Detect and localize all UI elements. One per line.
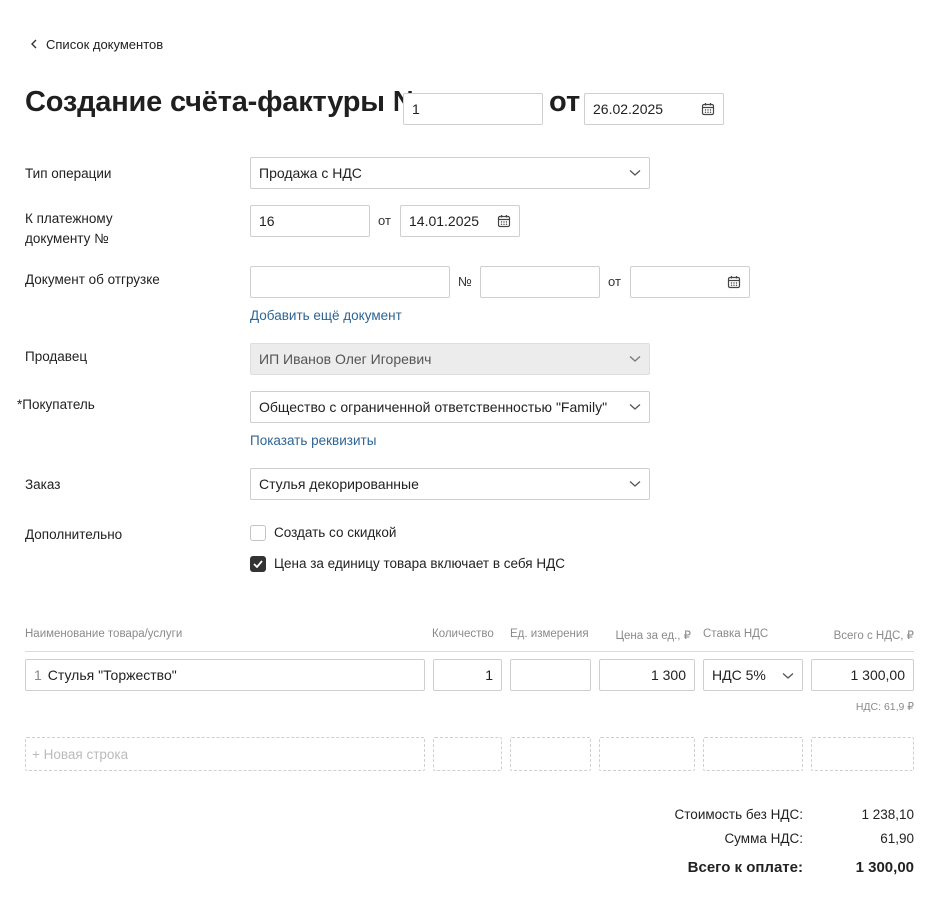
operation-type-select[interactable]: Продажа с НДС <box>250 157 650 189</box>
row-qty-input[interactable]: 1 <box>433 659 502 691</box>
page-title: Создание счёта-фактуры № <box>25 86 425 118</box>
col-header-vat-rate: Ставка НДС <box>703 628 769 640</box>
calendar-icon[interactable] <box>727 275 741 289</box>
new-row-total-cell[interactable] <box>811 737 914 771</box>
seller-select: ИП Иванов Олег Игоревич <box>250 343 650 375</box>
total-label: Всего к оплате: <box>687 859 803 876</box>
shipment-doc-label: Документ об отгрузке <box>25 272 160 287</box>
without-vat-label: Стоимость без НДС: <box>674 807 803 822</box>
total-value: 1 300,00 <box>855 859 914 876</box>
buyer-label: *Покупатель <box>17 397 95 412</box>
back-link[interactable]: Список документов <box>30 37 163 52</box>
shipment-doc-number-input[interactable] <box>480 266 600 298</box>
shipment-doc-type-input[interactable] <box>250 266 450 298</box>
new-row-name-cell[interactable]: + Новая строка <box>25 737 425 771</box>
back-link-label: Список документов <box>46 37 164 52</box>
shipment-no-label: № <box>458 274 472 289</box>
payment-doc-number-input[interactable]: 16 <box>250 205 370 237</box>
extra-label: Дополнительно <box>25 527 123 542</box>
shipment-doc-date-input[interactable] <box>630 266 750 298</box>
chevron-down-icon <box>629 403 641 411</box>
chevron-down-icon <box>629 355 641 363</box>
vat-included-checkbox-label: Цена за единицу товара включает в себя Н… <box>274 556 565 571</box>
discount-checkbox[interactable] <box>250 525 266 541</box>
chevron-left-icon <box>30 37 38 52</box>
col-header-name: Наименование товара/услуги <box>25 628 183 640</box>
vat-sum-label: Сумма НДС: <box>724 831 803 846</box>
new-row-price-cell[interactable] <box>599 737 695 771</box>
payment-doc-label: К платежному документу № <box>25 211 113 246</box>
new-row-qty-cell[interactable] <box>433 737 502 771</box>
seller-label: Продавец <box>25 349 88 364</box>
row-name-value: Стулья "Торжество" <box>47 667 177 683</box>
without-vat-value: 1 238,10 <box>861 807 914 822</box>
payment-doc-date-input[interactable]: 14.01.2025 <box>400 205 520 237</box>
row-unit-input[interactable] <box>510 659 591 691</box>
chevron-down-icon <box>629 480 641 488</box>
row-index: 1 <box>34 667 42 683</box>
col-header-unit: Ед. измерения <box>510 628 589 640</box>
chevron-down-icon <box>629 169 641 177</box>
calendar-icon[interactable] <box>497 214 511 228</box>
new-row-unit-cell[interactable] <box>510 737 591 771</box>
col-header-total: Всего с НДС, ₽ <box>833 630 914 642</box>
calendar-icon[interactable] <box>701 102 715 116</box>
vat-sum-value: 61,90 <box>880 831 914 846</box>
show-details-link[interactable]: Показать реквизиты <box>250 433 376 448</box>
chevron-down-icon <box>782 667 794 683</box>
order-select[interactable]: Стулья декорированные <box>250 468 650 500</box>
row-vat-note: НДС: 61,9 ₽ <box>855 701 914 713</box>
row-total-input[interactable]: 1 300,00 <box>811 659 914 691</box>
col-header-price: Цена за ед., ₽ <box>615 630 691 642</box>
invoice-date-input[interactable]: 26.02.2025 <box>584 93 724 125</box>
buyer-select[interactable]: Общество с ограниченной ответственностью… <box>250 391 650 423</box>
checkmark-icon <box>253 560 263 568</box>
row-name-input[interactable]: 1 Стулья "Торжество" <box>25 659 425 691</box>
shipment-ot-label: от <box>608 274 621 289</box>
new-row-vat-cell[interactable] <box>703 737 803 771</box>
operation-type-label: Тип операции <box>25 166 112 181</box>
vat-included-checkbox-row[interactable]: Цена за единицу товара включает в себя Н… <box>250 554 565 574</box>
row-price-input[interactable]: 1 300 <box>599 659 695 691</box>
col-header-qty: Количество <box>432 628 494 640</box>
order-label: Заказ <box>25 477 61 492</box>
payment-doc-ot-label: от <box>378 213 391 228</box>
discount-checkbox-row[interactable]: Создать со скидкой <box>250 523 396 543</box>
title-ot-label: от <box>549 86 581 118</box>
add-document-link[interactable]: Добавить ещё документ <box>250 308 402 323</box>
invoice-number-input[interactable]: 1 <box>403 93 543 125</box>
discount-checkbox-label: Создать со скидкой <box>274 525 397 540</box>
vat-included-checkbox[interactable] <box>250 556 266 572</box>
row-vat-rate-select[interactable]: НДС 5% <box>703 659 803 691</box>
table-header-divider <box>25 651 914 652</box>
